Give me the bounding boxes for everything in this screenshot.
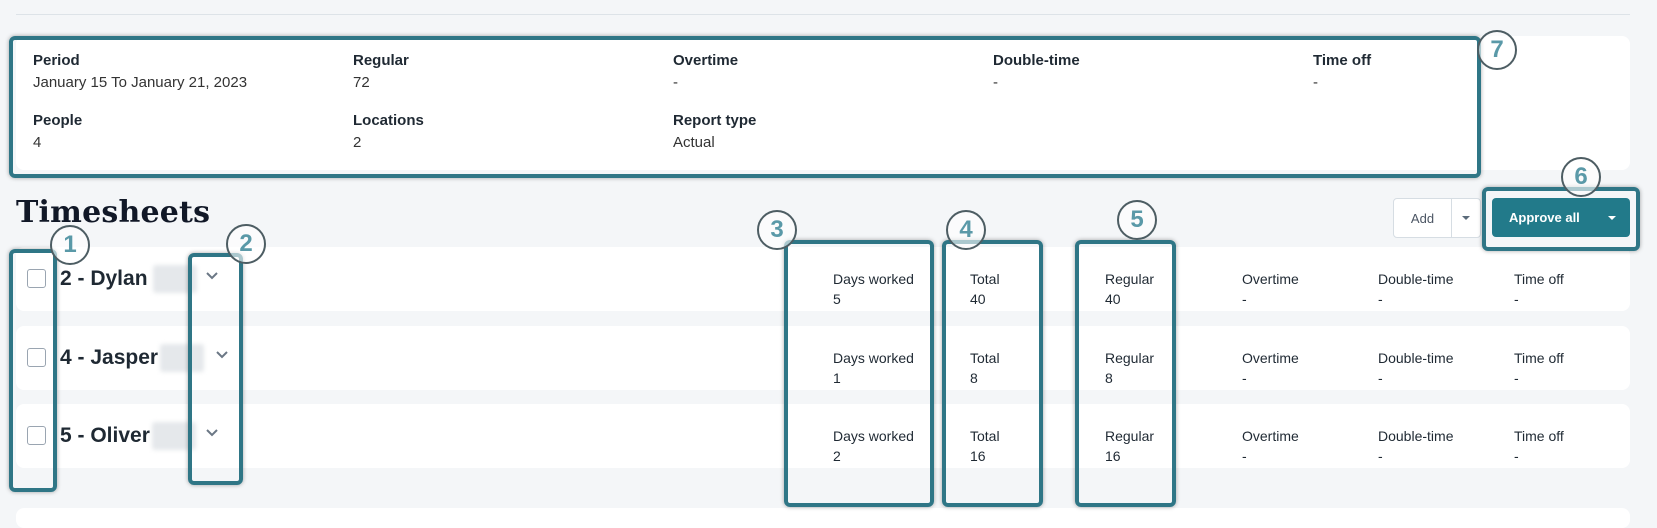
stat-value: -: [1514, 448, 1519, 464]
time-off-stat: Time off -: [1514, 269, 1564, 309]
caret-down-icon: [1462, 216, 1470, 220]
stat-value: -: [1514, 291, 1519, 307]
stat-label: Double-time: [1378, 271, 1454, 287]
annotation-number-3: 3: [757, 210, 797, 250]
annotation-box-2: [188, 253, 243, 485]
stat-label: Double-time: [1378, 428, 1454, 444]
stat-value: -: [1378, 291, 1383, 307]
employee-name: 4 - Jasper: [60, 346, 159, 369]
employee-name: 2 - Dylan: [60, 267, 148, 290]
annotation-number-6: 6: [1561, 157, 1601, 197]
overtime-stat: Overtime -: [1242, 269, 1299, 309]
stat-label: Time off: [1514, 350, 1564, 366]
annotation-box-3: [784, 240, 934, 507]
time-off-stat: Time off -: [1514, 348, 1564, 388]
page-title: Timesheets: [16, 195, 211, 230]
stat-label: Overtime: [1242, 428, 1299, 444]
double-time-stat: Double-time -: [1378, 269, 1453, 309]
timesheet-row-partial: [16, 508, 1630, 528]
stat-value: -: [1242, 370, 1247, 386]
stat-label: Time off: [1514, 271, 1564, 287]
stat-label: Double-time: [1378, 350, 1454, 366]
annotation-number-4: 4: [946, 210, 986, 250]
annotation-number-7: 7: [1477, 30, 1517, 70]
overtime-stat: Overtime -: [1242, 426, 1299, 466]
add-split-button: Add: [1393, 198, 1481, 238]
double-time-stat: Double-time -: [1378, 426, 1453, 466]
employee-name: 5 - Oliver: [60, 424, 150, 447]
stat-value: -: [1378, 370, 1383, 386]
top-divider: [16, 14, 1630, 15]
annotation-box-7: [9, 36, 1481, 178]
stat-value: -: [1514, 370, 1519, 386]
annotation-box-5: [1075, 240, 1176, 507]
double-time-stat: Double-time -: [1378, 348, 1453, 388]
time-off-stat: Time off -: [1514, 426, 1564, 466]
overtime-stat: Overtime -: [1242, 348, 1299, 388]
stat-value: -: [1378, 448, 1383, 464]
add-dropdown-toggle[interactable]: [1452, 199, 1480, 237]
annotation-number-2: 2: [226, 224, 266, 264]
annotation-number-5: 5: [1117, 200, 1157, 240]
stat-label: Overtime: [1242, 350, 1299, 366]
annotation-box-1: [9, 249, 57, 492]
annotation-box-4: [942, 240, 1043, 507]
stat-label: Time off: [1514, 428, 1564, 444]
stat-value: -: [1242, 448, 1247, 464]
add-button[interactable]: Add: [1394, 199, 1452, 237]
annotation-box-6: [1482, 187, 1640, 251]
annotation-number-1: 1: [50, 225, 90, 265]
stat-value: -: [1242, 291, 1247, 307]
stat-label: Overtime: [1242, 271, 1299, 287]
